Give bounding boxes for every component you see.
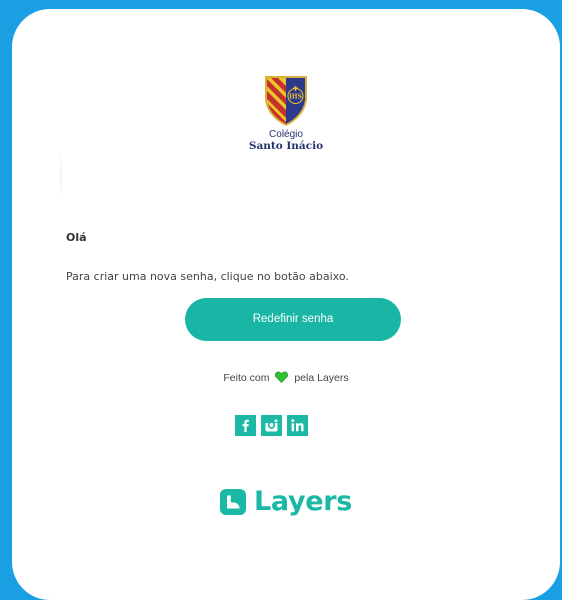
- school-shield-icon: IHS: [265, 76, 307, 126]
- layers-brand: Layers: [12, 487, 560, 517]
- made-with-line: Feito com pela Layers: [12, 371, 560, 385]
- layers-brand-name: Layers: [253, 486, 353, 517]
- instruction-text: Para criar uma nova senha, clique no bot…: [66, 270, 349, 283]
- greeting-text: Olá: [66, 231, 87, 244]
- header-image-edge: [60, 149, 62, 201]
- school-logo: IHS Colégio Santo Inácio: [12, 75, 560, 152]
- instagram-icon[interactable]: [261, 415, 282, 436]
- layers-logo-icon: [219, 489, 246, 515]
- linkedin-icon[interactable]: [287, 415, 308, 436]
- social-links: [235, 415, 308, 436]
- school-name-line1: Colégio: [269, 129, 303, 140]
- made-with-prefix: Feito com: [223, 372, 270, 384]
- facebook-icon[interactable]: [235, 415, 256, 436]
- heart-icon: [275, 371, 289, 383]
- svg-text:IHS: IHS: [289, 94, 302, 101]
- email-card: IHS Colégio Santo Inácio Olá Para criar …: [12, 9, 560, 600]
- made-with-suffix: pela Layers: [294, 372, 349, 384]
- school-name-line2: Santo Inácio: [248, 140, 324, 152]
- reset-password-button[interactable]: Redefinir senha: [185, 298, 401, 341]
